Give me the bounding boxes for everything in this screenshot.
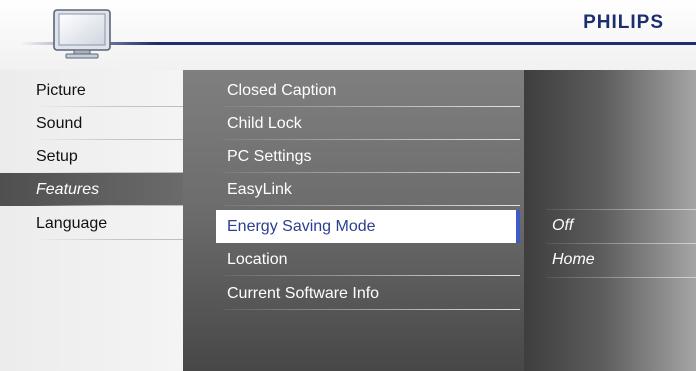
- submenu-item-pc-settings[interactable]: PC Settings: [183, 140, 524, 173]
- submenu-item-closed-caption[interactable]: Closed Caption: [183, 74, 524, 107]
- options-panel: Off Home: [524, 70, 696, 371]
- submenu-item-easylink[interactable]: EasyLink: [183, 173, 524, 206]
- tv-menu-screen: PHILIPS Picture Sound Setup Features Lan…: [0, 0, 696, 371]
- submenu-item-child-lock[interactable]: Child Lock: [183, 107, 524, 140]
- menu-header: PHILIPS: [0, 0, 696, 70]
- header-divider: [20, 42, 696, 45]
- menu-item-sound[interactable]: Sound: [0, 107, 183, 140]
- option-home[interactable]: Home: [524, 243, 696, 278]
- submenu-item-current-software-info[interactable]: Current Software Info: [183, 277, 524, 310]
- submenu-item-location[interactable]: Location: [183, 243, 524, 276]
- menu-item-features[interactable]: Features: [0, 173, 183, 206]
- tv-icon: [53, 9, 111, 59]
- submenu-item-energy-saving-mode[interactable]: Energy Saving Mode: [216, 210, 520, 243]
- features-submenu: Closed Caption Child Lock PC Settings Ea…: [183, 70, 524, 371]
- category-menu: Picture Sound Setup Features Language: [0, 70, 183, 371]
- menu-item-setup[interactable]: Setup: [0, 140, 183, 173]
- menu-item-language[interactable]: Language: [0, 207, 183, 240]
- brand-logo: PHILIPS: [583, 12, 664, 33]
- option-off[interactable]: Off: [524, 209, 696, 243]
- menu-item-picture[interactable]: Picture: [0, 74, 183, 107]
